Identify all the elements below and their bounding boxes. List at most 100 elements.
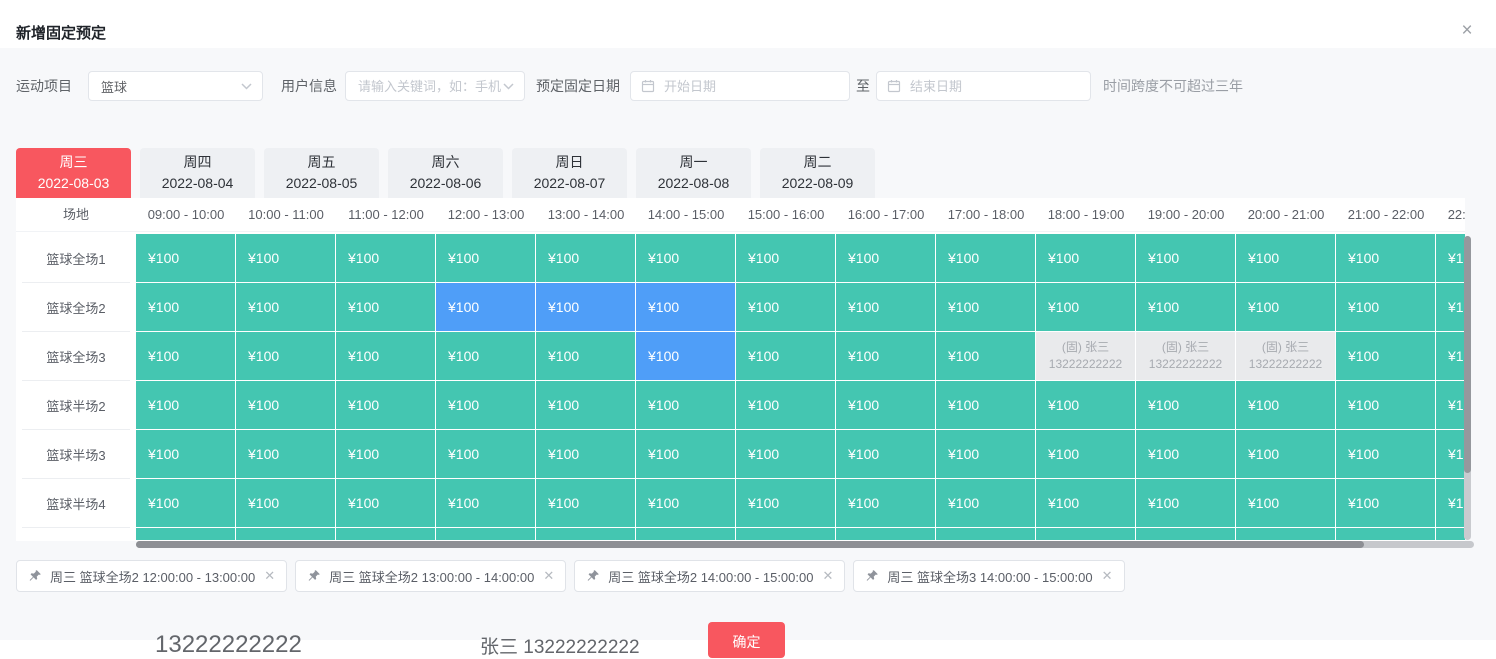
slot-cell[interactable]: ¥100 — [136, 381, 235, 429]
slot-cell[interactable]: ¥100 — [236, 234, 335, 282]
slot-cell[interactable]: ¥100 — [636, 234, 735, 282]
user-search-select[interactable] — [345, 71, 525, 101]
slot-cell[interactable]: ¥100 — [536, 381, 635, 429]
remove-tag-icon[interactable]: ✕ — [1102, 568, 1113, 584]
slot-cell[interactable] — [436, 528, 535, 540]
slot-cell[interactable]: ¥100 — [1236, 381, 1335, 429]
slot-cell[interactable]: ¥100 — [1436, 332, 1465, 380]
start-date-field[interactable] — [662, 77, 839, 95]
slot-cell[interactable]: ¥100 — [336, 283, 435, 331]
slot-cell[interactable]: ¥100 — [836, 381, 935, 429]
remove-tag-icon[interactable]: ✕ — [543, 568, 554, 584]
end-date-input[interactable] — [876, 71, 1091, 101]
slot-cell[interactable]: ¥100 — [836, 479, 935, 527]
slot-cell-selected[interactable]: ¥100 — [636, 283, 735, 331]
slot-cell[interactable]: ¥100 — [436, 381, 535, 429]
slot-cell[interactable]: ¥100 — [1336, 479, 1435, 527]
slot-cell[interactable]: ¥100 — [1036, 430, 1135, 478]
slot-cell[interactable]: ¥100 — [836, 332, 935, 380]
slot-cell[interactable] — [236, 528, 335, 540]
slot-cell[interactable]: ¥100 — [836, 283, 935, 331]
slot-cell[interactable]: ¥100 — [1336, 332, 1435, 380]
close-icon[interactable]: × — [1456, 20, 1478, 42]
slot-cell[interactable]: ¥100 — [736, 381, 835, 429]
slot-cell[interactable] — [136, 528, 235, 540]
slot-cell[interactable]: ¥100 — [936, 283, 1035, 331]
slot-cell[interactable]: ¥100 — [1336, 381, 1435, 429]
day-tab-2022-08-07[interactable]: 周日 2022-08-07 — [512, 148, 627, 198]
slot-cell[interactable]: ¥100 — [236, 479, 335, 527]
slot-cell[interactable]: ¥100 — [536, 332, 635, 380]
slot-cell[interactable] — [736, 528, 835, 540]
slot-cell[interactable]: ¥100 — [236, 283, 335, 331]
slot-cell[interactable]: ¥100 — [136, 430, 235, 478]
horizontal-scrollbar[interactable] — [136, 541, 1474, 548]
slot-cell[interactable]: ¥100 — [1036, 283, 1135, 331]
slot-cell[interactable] — [536, 528, 635, 540]
slot-cell[interactable]: ¥100 — [136, 234, 235, 282]
slot-cell[interactable]: ¥100 — [836, 430, 935, 478]
slot-cell[interactable]: ¥100 — [1336, 430, 1435, 478]
slot-cell[interactable]: ¥100 — [1336, 283, 1435, 331]
slot-cell[interactable]: ¥100 — [936, 234, 1035, 282]
slot-cell-selected[interactable]: ¥100 — [436, 283, 535, 331]
slot-cell[interactable]: ¥100 — [936, 381, 1035, 429]
day-tab-2022-08-03[interactable]: 周三 2022-08-03 — [16, 148, 131, 198]
user-search-input[interactable] — [356, 77, 503, 95]
slot-cell[interactable]: ¥100 — [1436, 283, 1465, 331]
slot-cell[interactable]: ¥100 — [436, 479, 535, 527]
slot-cell[interactable]: ¥100 — [1236, 430, 1335, 478]
end-date-field[interactable] — [908, 77, 1080, 95]
day-tab-2022-08-09[interactable]: 周二 2022-08-09 — [760, 148, 875, 198]
slot-cell[interactable]: ¥100 — [136, 479, 235, 527]
slot-cell[interactable]: ¥100 — [436, 234, 535, 282]
day-tab-2022-08-04[interactable]: 周四 2022-08-04 — [140, 148, 255, 198]
slot-cell[interactable]: ¥100 — [336, 234, 435, 282]
slot-cell[interactable]: ¥100 — [336, 381, 435, 429]
sport-select[interactable]: 篮球 — [88, 71, 263, 101]
slot-cell[interactable]: ¥100 — [1436, 381, 1465, 429]
slot-cell[interactable] — [336, 528, 435, 540]
slot-cell[interactable]: ¥100 — [1436, 479, 1465, 527]
slot-cell[interactable]: ¥100 — [1136, 430, 1235, 478]
slot-cell[interactable]: ¥100 — [1236, 234, 1335, 282]
slot-cell[interactable]: ¥100 — [636, 430, 735, 478]
slot-cell[interactable]: ¥100 — [1036, 234, 1135, 282]
slot-cell[interactable]: ¥100 — [336, 332, 435, 380]
slot-cell[interactable]: ¥100 — [1436, 430, 1465, 478]
vertical-scrollbar[interactable] — [1464, 236, 1471, 540]
slot-cell[interactable]: ¥100 — [536, 234, 635, 282]
slot-cell[interactable]: ¥100 — [1036, 479, 1135, 527]
start-date-input[interactable] — [630, 71, 850, 101]
slot-cell[interactable] — [636, 528, 735, 540]
slot-cell[interactable]: ¥100 — [736, 283, 835, 331]
slot-cell[interactable]: ¥100 — [436, 430, 535, 478]
slot-cell[interactable]: ¥100 — [1036, 381, 1135, 429]
slot-cell[interactable] — [1436, 528, 1465, 540]
slot-cell[interactable]: ¥100 — [136, 332, 235, 380]
slot-cell[interactable]: ¥100 — [736, 430, 835, 478]
day-tab-2022-08-05[interactable]: 周五 2022-08-05 — [264, 148, 379, 198]
slot-cell[interactable] — [1036, 528, 1135, 540]
slot-cell-selected[interactable]: ¥100 — [536, 283, 635, 331]
slot-cell[interactable] — [1136, 528, 1235, 540]
slot-cell[interactable]: ¥100 — [736, 234, 835, 282]
slot-cell[interactable]: ¥100 — [836, 234, 935, 282]
remove-tag-icon[interactable]: ✕ — [264, 568, 275, 584]
slot-cell[interactable]: ¥100 — [936, 479, 1035, 527]
slot-cell[interactable]: ¥100 — [936, 332, 1035, 380]
slot-cell[interactable]: ¥100 — [1136, 381, 1235, 429]
slot-cell[interactable]: ¥100 — [336, 479, 435, 527]
slot-cell[interactable]: ¥100 — [1136, 283, 1235, 331]
slot-cell[interactable]: ¥100 — [1236, 283, 1335, 331]
slot-cell[interactable]: ¥100 — [236, 381, 335, 429]
slot-cell[interactable]: ¥100 — [736, 332, 835, 380]
slot-cell[interactable] — [836, 528, 935, 540]
remove-tag-icon[interactable]: ✕ — [822, 568, 833, 584]
slot-cell[interactable]: ¥100 — [236, 332, 335, 380]
slot-cell[interactable]: ¥100 — [936, 430, 1035, 478]
slot-cell[interactable]: ¥100 — [636, 479, 735, 527]
slot-cell[interactable]: ¥100 — [1136, 234, 1235, 282]
day-tab-2022-08-06[interactable]: 周六 2022-08-06 — [388, 148, 503, 198]
horizontal-scrollbar-thumb[interactable] — [136, 541, 1364, 548]
